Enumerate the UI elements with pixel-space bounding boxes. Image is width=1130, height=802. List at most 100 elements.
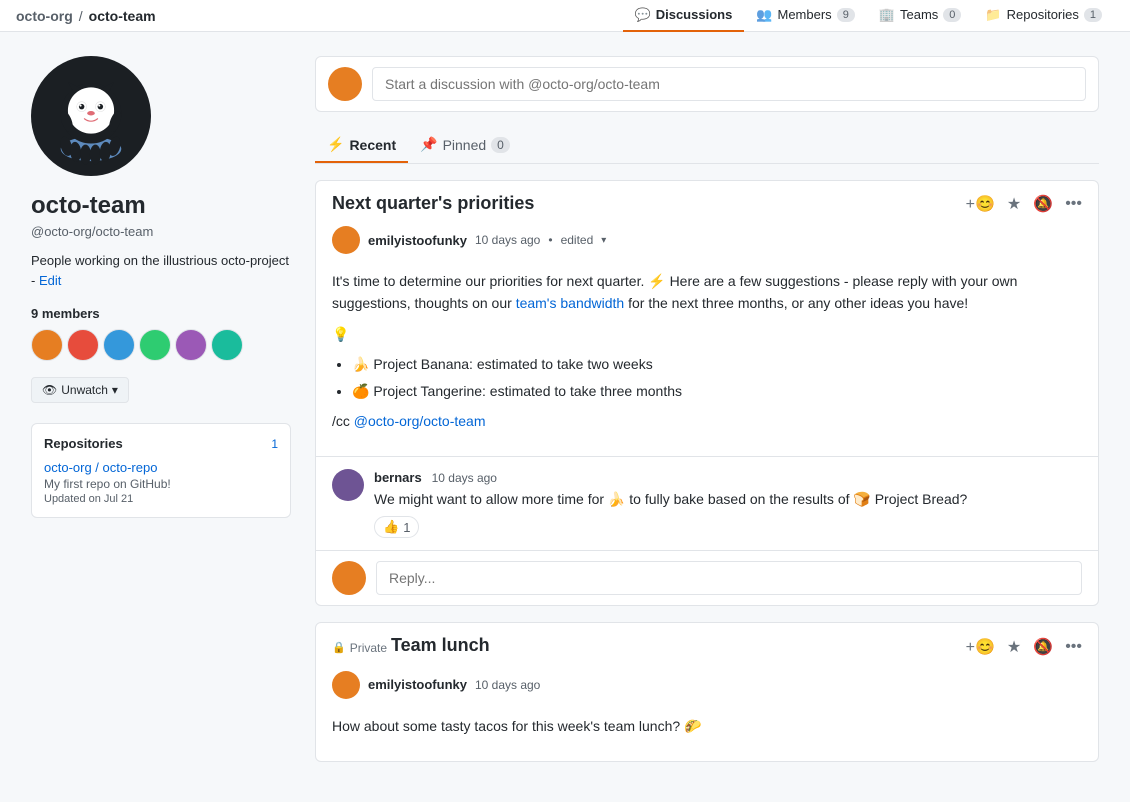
discussion-header: Next quarter's priorities +😊 ★ 🔕 ••• (316, 181, 1098, 226)
top-navigation: octo-org / octo-team 💬 Discussions 👥 Mem… (0, 0, 1130, 32)
discussion-2-time: 10 days ago (475, 678, 540, 692)
members-section: 9 members (31, 306, 291, 361)
cc-mention[interactable]: @octo-org/octo-team (354, 413, 486, 429)
more-options-button[interactable]: ••• (1065, 195, 1082, 213)
comment-content: bernars 10 days ago We might want to all… (374, 469, 1082, 538)
discussion-2-body: How about some tasty tacos for this week… (316, 707, 1098, 761)
discussion-author[interactable]: emilyistoofunky (368, 233, 467, 248)
discussion-2-header: 🔒 Private Team lunch +😊 ★ 🔕 ••• (316, 623, 1098, 671)
discussion-actions: +😊 ★ 🔕 ••• (966, 194, 1082, 214)
pin-button-2[interactable]: ★ (1007, 637, 1021, 657)
more-options-button-2[interactable]: ••• (1065, 638, 1082, 656)
pinned-icon: 📌 (420, 136, 437, 153)
tab-discussions-label: Discussions (656, 7, 733, 22)
priority-item-2: 🍊 Project Tangerine: estimated to take t… (352, 380, 1082, 402)
members-label: 9 members (31, 306, 291, 321)
watch-button[interactable]: 👁 Unwatch ▾ (31, 377, 129, 403)
lock-icon: 🔒 (332, 641, 346, 654)
comment-time: 10 days ago (432, 471, 497, 485)
member-avatar[interactable] (67, 329, 99, 361)
priority-item-1: 🍌 Project Banana: estimated to take two … (352, 353, 1082, 375)
breadcrumb-separator: / (79, 8, 83, 24)
discussion-2-actions: +😊 ★ 🔕 ••• (966, 637, 1082, 657)
tab-discussions[interactable]: 💬 Discussions (623, 0, 745, 32)
reply-input[interactable] (376, 561, 1082, 595)
edited-chevron-icon[interactable]: ▾ (601, 235, 606, 246)
member-avatar[interactable] (103, 329, 135, 361)
author-avatar (332, 226, 360, 254)
watch-label: Unwatch (61, 383, 108, 397)
discussion-2-author[interactable]: emilyistoofunky (368, 677, 467, 692)
private-badge: 🔒 Private (332, 641, 387, 655)
member-avatar[interactable] (175, 329, 207, 361)
discussion-body: It's time to determine our priorities fo… (316, 262, 1098, 456)
tab-teams[interactable]: 🏢 Teams 0 (867, 0, 974, 32)
comment-item: bernars 10 days ago We might want to all… (316, 457, 1098, 550)
repositories-count-badge: 1 (1084, 8, 1102, 22)
thumbs-up-reaction[interactable]: 👍 1 (374, 516, 419, 538)
mute-button[interactable]: 🔕 (1033, 194, 1053, 214)
commenter-avatar (332, 469, 364, 501)
tab-pinned[interactable]: 📌 Pinned 0 (408, 128, 522, 163)
member-avatar[interactable] (211, 329, 243, 361)
member-avatars-list (31, 329, 291, 361)
team-avatar (31, 56, 151, 176)
pinned-label: Pinned (443, 137, 487, 153)
eye-icon: 👁 (42, 383, 57, 397)
discussion-2-meta: emilyistoofunky 10 days ago (316, 671, 1098, 707)
repo-link[interactable]: octo-org / octo-repo (44, 460, 157, 475)
tab-teams-label: Teams (900, 7, 938, 22)
reply-area (316, 550, 1098, 605)
teams-count-badge: 0 (943, 8, 961, 22)
edit-description-link[interactable]: Edit (39, 273, 61, 288)
comment-author[interactable]: bernars (374, 470, 422, 485)
sidebar-team-handle: @octo-org/octo-team (31, 224, 291, 239)
repos-count[interactable]: 1 (271, 437, 278, 451)
discussion-time: 10 days ago (475, 233, 540, 247)
discussion-meta: emilyistoofunky 10 days ago • edited ▾ (316, 226, 1098, 262)
priority-list: 🍌 Project Banana: estimated to take two … (352, 353, 1082, 402)
repositories-icon: 📁 (985, 7, 1001, 23)
reply-user-avatar (332, 561, 366, 595)
lunch-body: How about some tasty tacos for this week… (332, 715, 1082, 737)
tab-repositories[interactable]: 📁 Repositories 1 (973, 0, 1114, 32)
org-name[interactable]: octo-org (16, 8, 73, 24)
repos-header-label: Repositories (44, 436, 123, 451)
content-tabs: ⚡ Recent 📌 Pinned 0 (315, 128, 1099, 164)
discussion-edited-label: edited (561, 233, 594, 247)
author-2-avatar (332, 671, 360, 699)
member-avatar[interactable] (139, 329, 171, 361)
tab-members[interactable]: 👥 Members 9 (744, 0, 867, 32)
sidebar-team-name: octo-team (31, 192, 291, 220)
thumbs-up-emoji: 👍 (383, 519, 399, 535)
emoji-reaction-button-2[interactable]: +😊 (966, 637, 995, 657)
sidebar: octo-team @octo-org/octo-team People wor… (31, 56, 291, 778)
page-layout: octo-team @octo-org/octo-team People wor… (15, 32, 1115, 802)
tab-recent[interactable]: ⚡ Recent (315, 128, 408, 163)
comment-section: bernars 10 days ago We might want to all… (316, 456, 1098, 550)
tab-members-label: Members (778, 7, 832, 22)
recent-icon: ⚡ (327, 136, 344, 153)
members-count-badge: 9 (837, 8, 855, 22)
member-avatar[interactable] (31, 329, 63, 361)
emoji-reaction-button[interactable]: +😊 (966, 194, 995, 214)
repositories-card: Repositories 1 octo-org / octo-repo My f… (31, 423, 291, 518)
body-paragraph-1: It's time to determine our priorities fo… (332, 270, 1082, 315)
sidebar-team-description: People working on the illustrious octo-p… (31, 251, 291, 290)
new-discussion-input[interactable] (372, 67, 1086, 101)
repo-item: octo-org / octo-repo My first repo on Gi… (44, 459, 278, 505)
octocat-logo (36, 61, 146, 171)
repo-updated-at: Updated on Jul 21 (44, 493, 278, 505)
discussion-title[interactable]: Next quarter's priorities (332, 193, 534, 214)
tab-repositories-label: Repositories (1007, 7, 1079, 22)
repo-description: My first repo on GitHub! (44, 477, 278, 491)
discussion-2-title[interactable]: Team lunch (391, 635, 490, 655)
team-name-breadcrumb[interactable]: octo-team (89, 8, 156, 24)
repos-header: Repositories 1 (44, 436, 278, 451)
reaction-count: 1 (403, 520, 410, 535)
discussions-icon: 💬 (635, 7, 651, 23)
discussion-2-title-area: 🔒 Private Team lunch (332, 635, 490, 659)
new-discussion-area (315, 56, 1099, 112)
mute-button-2[interactable]: 🔕 (1033, 637, 1053, 657)
pin-button[interactable]: ★ (1007, 194, 1021, 214)
